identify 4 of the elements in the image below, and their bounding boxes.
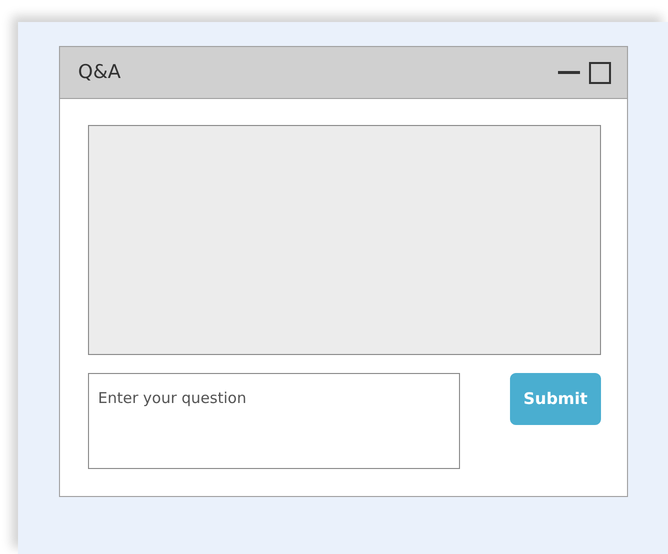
question-field[interactable]: Enter your question (88, 373, 460, 469)
window-title: Q&A (78, 60, 121, 86)
maximize-icon[interactable] (589, 62, 611, 84)
submit-button[interactable]: Submit (510, 373, 601, 425)
